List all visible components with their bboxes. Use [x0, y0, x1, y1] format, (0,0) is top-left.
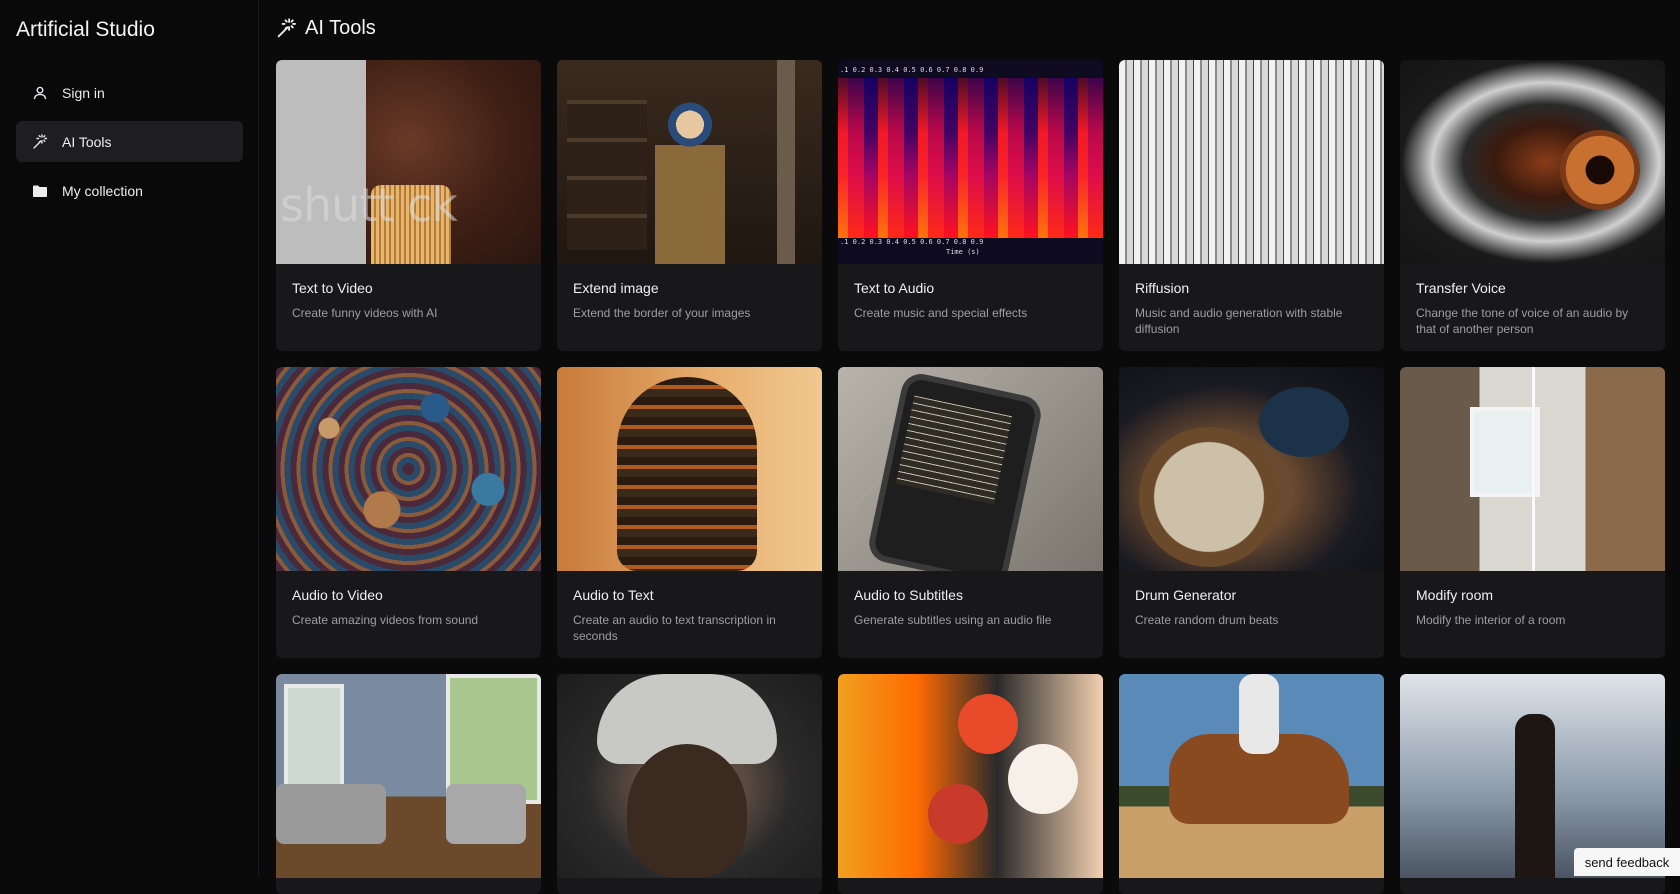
sidebar: Artificial Studio Sign in AI Tools My co… — [0, 0, 259, 876]
thumbnail-watermark: shutt ck — [280, 178, 457, 232]
tool-thumbnail — [1119, 367, 1384, 571]
page-title: AI Tools — [276, 17, 376, 40]
sidebar-item-my-collection[interactable]: My collection — [16, 170, 243, 211]
tool-thumbnail — [838, 674, 1103, 878]
tool-card-3-4[interactable] — [1119, 674, 1384, 894]
tool-description: Create funny videos with AI — [292, 305, 525, 321]
app-title[interactable]: Artificial Studio — [16, 18, 155, 42]
main-content: AI Tools shutt ck Text to Video Create f… — [260, 0, 1680, 876]
tool-thumbnail — [557, 60, 822, 264]
sidebar-item-sign-in[interactable]: Sign in — [16, 72, 243, 113]
sidebar-item-label: AI Tools — [62, 134, 112, 150]
tool-description: Music and audio generation with stable d… — [1135, 305, 1368, 337]
tool-thumbnail: .1 0.2 0.3 0.4 0.5 0.6 0.7 0.8 0.9 .1 0.… — [838, 60, 1103, 264]
tool-thumbnail: shutt ck — [276, 60, 541, 264]
tool-card-audio-to-video[interactable]: Audio to Video Create amazing videos fro… — [276, 367, 541, 658]
tool-description: Create amazing videos from sound — [292, 612, 525, 628]
tool-card-drum-generator[interactable]: Drum Generator Create random drum beats — [1119, 367, 1384, 658]
page-title-text: AI Tools — [305, 17, 376, 40]
tool-description: Modify the interior of a room — [1416, 612, 1649, 628]
tool-thumbnail — [1119, 60, 1384, 264]
tool-thumbnail — [838, 367, 1103, 571]
tool-title: Riffusion — [1135, 280, 1368, 296]
tool-card-audio-to-subtitles[interactable]: Audio to Subtitles Generate subtitles us… — [838, 367, 1103, 658]
send-feedback-button[interactable]: send feedback — [1574, 848, 1680, 876]
magic-wand-icon — [276, 18, 297, 39]
tool-title: Drum Generator — [1135, 587, 1368, 603]
sidebar-item-ai-tools[interactable]: AI Tools — [16, 121, 243, 162]
tool-title: Audio to Subtitles — [854, 587, 1087, 603]
tool-title: Extend image — [573, 280, 806, 296]
sidebar-item-label: My collection — [62, 183, 143, 199]
folder-icon — [32, 183, 48, 199]
tool-card-3-3[interactable] — [838, 674, 1103, 894]
spectrogram-axis-label: Time (s) — [838, 248, 1103, 260]
tool-description: Change the tone of voice of an audio by … — [1416, 305, 1649, 337]
tool-description: Extend the border of your images — [573, 305, 806, 321]
tool-thumbnail — [1119, 674, 1384, 878]
sidebar-item-label: Sign in — [62, 85, 105, 101]
tool-description: Create random drum beats — [1135, 612, 1368, 628]
tool-card-riffusion[interactable]: Riffusion Music and audio generation wit… — [1119, 60, 1384, 351]
tool-description: Create music and special effects — [854, 305, 1087, 321]
tool-title: Audio to Video — [292, 587, 525, 603]
tool-card-text-to-audio[interactable]: .1 0.2 0.3 0.4 0.5 0.6 0.7 0.8 0.9 .1 0.… — [838, 60, 1103, 351]
tool-title: Text to Audio — [854, 280, 1087, 296]
tool-card-3-2[interactable] — [557, 674, 822, 894]
tool-card-transfer-voice[interactable]: Transfer Voice Change the tone of voice … — [1400, 60, 1665, 351]
tool-title: Audio to Text — [573, 587, 806, 603]
spectrogram-scale-top: .1 0.2 0.3 0.4 0.5 0.6 0.7 0.8 0.9 — [838, 66, 1103, 78]
tool-thumbnail — [1400, 60, 1665, 264]
tool-card-3-1[interactable] — [276, 674, 541, 894]
tool-card-audio-to-text[interactable]: Audio to Text Create an audio to text tr… — [557, 367, 822, 658]
tool-title: Transfer Voice — [1416, 280, 1649, 296]
tool-description: Generate subtitles using an audio file — [854, 612, 1087, 628]
tool-title: Modify room — [1416, 587, 1649, 603]
tools-grid: shutt ck Text to Video Create funny vide… — [276, 60, 1665, 894]
tool-card-modify-room[interactable]: Modify room Modify the interior of a roo… — [1400, 367, 1665, 658]
tool-card-text-to-video[interactable]: shutt ck Text to Video Create funny vide… — [276, 60, 541, 351]
tool-description: Create an audio to text transcription in… — [573, 612, 806, 644]
tool-thumbnail — [276, 674, 541, 878]
sidebar-nav: Sign in AI Tools My collection — [16, 72, 243, 219]
tool-card-extend-image[interactable]: Extend image Extend the border of your i… — [557, 60, 822, 351]
tool-thumbnail — [276, 367, 541, 571]
tool-title: Text to Video — [292, 280, 525, 296]
tool-thumbnail — [1400, 367, 1665, 571]
tool-thumbnail — [557, 674, 822, 878]
magic-wand-icon — [32, 134, 48, 150]
user-icon — [32, 85, 48, 101]
tool-thumbnail — [557, 367, 822, 571]
